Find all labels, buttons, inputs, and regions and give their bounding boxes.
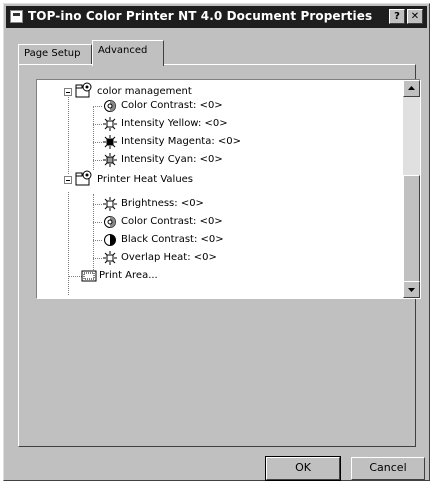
tree-connector bbox=[68, 92, 69, 174]
black-contrast-icon bbox=[103, 233, 117, 247]
sun-icon bbox=[103, 197, 117, 211]
tree-item-label[interactable]: Color Contrast: <0> bbox=[121, 98, 223, 114]
tree-connector bbox=[93, 106, 102, 107]
settings-folder-icon bbox=[75, 170, 93, 186]
contrast-dial-icon bbox=[103, 99, 117, 113]
cancel-button[interactable]: Cancel bbox=[351, 457, 425, 480]
window-title: TOP-ino Color Printer NT 4.0 Document Pr… bbox=[28, 9, 373, 23]
advanced-tab-panel: color management Color Contrast: <0> Int… bbox=[18, 64, 421, 447]
tree-connector bbox=[93, 194, 94, 276]
printer-app-icon bbox=[10, 10, 23, 23]
tree-connector bbox=[93, 160, 102, 161]
tree-item-label[interactable]: Black Contrast: <0> bbox=[121, 232, 224, 248]
print-area-icon bbox=[81, 269, 97, 283]
tree-item-label[interactable]: Printer Heat Values bbox=[97, 172, 193, 188]
contrast-dial-icon bbox=[103, 215, 117, 229]
help-button[interactable]: ? bbox=[389, 9, 405, 24]
ok-button[interactable]: OK bbox=[265, 456, 341, 481]
scroll-down-button[interactable] bbox=[403, 281, 420, 298]
tree-item-label[interactable]: Intensity Cyan: <0> bbox=[121, 152, 223, 168]
tab-advanced[interactable]: Advanced bbox=[92, 40, 164, 66]
tree-connector bbox=[93, 258, 102, 259]
tree-connector bbox=[93, 142, 102, 143]
up-arrow-icon bbox=[408, 86, 415, 90]
scroll-up-button[interactable] bbox=[403, 80, 420, 97]
vertical-scrollbar[interactable] bbox=[403, 80, 420, 298]
down-arrow-icon bbox=[408, 288, 415, 292]
tab-page-setup[interactable]: Page Setup bbox=[18, 44, 92, 64]
sun-icon bbox=[103, 251, 117, 265]
tree-connector bbox=[68, 192, 69, 295]
sun-icon bbox=[103, 153, 117, 167]
settings-tree[interactable]: color management Color Contrast: <0> Int… bbox=[36, 79, 421, 299]
scroll-thumb[interactable] bbox=[403, 175, 420, 282]
tree-connector bbox=[93, 240, 102, 241]
tree-connector bbox=[93, 222, 102, 223]
tree-view: color management Color Contrast: <0> Int… bbox=[37, 80, 403, 298]
tree-connector bbox=[93, 124, 102, 125]
sun-icon bbox=[103, 117, 117, 131]
tree-item-label[interactable]: Overlap Heat: <0> bbox=[121, 250, 217, 266]
tree-item-label[interactable]: Brightness: <0> bbox=[121, 196, 204, 212]
tree-item-label[interactable]: Color Contrast: <0> bbox=[121, 214, 223, 230]
tree-item-label[interactable]: Print Area... bbox=[99, 268, 158, 284]
tree-connector bbox=[68, 276, 82, 277]
settings-folder-icon bbox=[75, 82, 93, 98]
tree-item-label[interactable]: Intensity Magenta: <0> bbox=[121, 134, 241, 150]
tree-item-label[interactable]: Intensity Yellow: <0> bbox=[121, 116, 228, 132]
collapse-toggle[interactable] bbox=[64, 88, 72, 96]
title-bar[interactable]: TOP-ino Color Printer NT 4.0 Document Pr… bbox=[6, 6, 427, 28]
sun-icon bbox=[103, 135, 117, 149]
tree-connector bbox=[93, 204, 102, 205]
document-properties-window: TOP-ino Color Printer NT 4.0 Document Pr… bbox=[3, 3, 430, 481]
close-button[interactable]: ✕ bbox=[407, 9, 423, 24]
collapse-toggle[interactable] bbox=[64, 176, 72, 184]
